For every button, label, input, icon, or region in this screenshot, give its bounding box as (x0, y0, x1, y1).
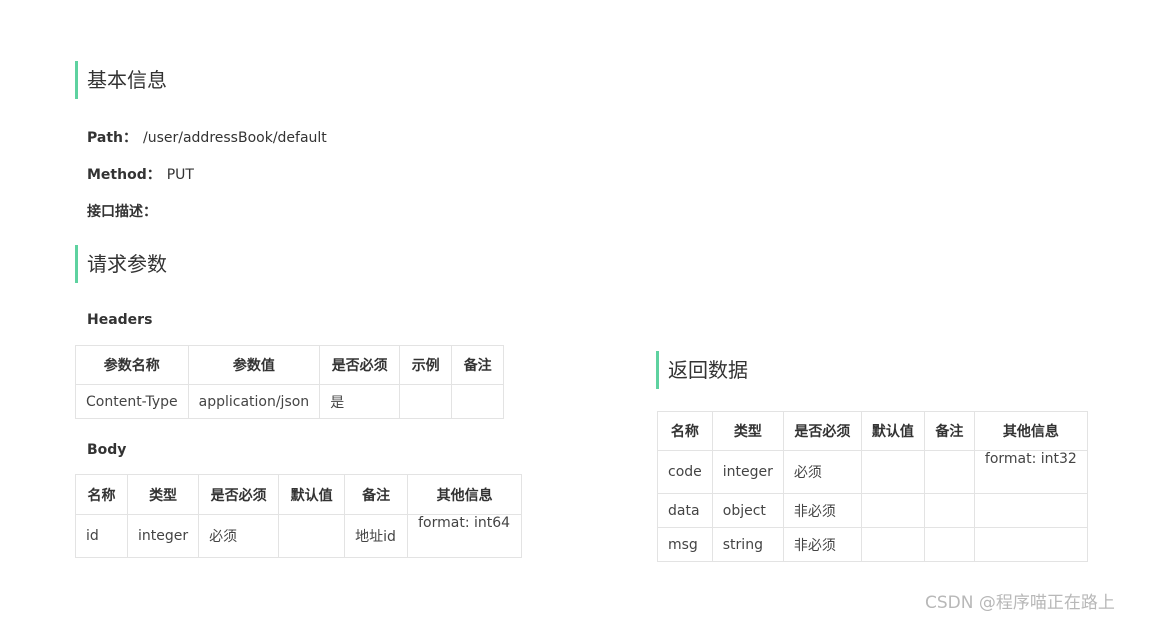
response-cell-required: 非必须 (782, 527, 862, 562)
response-cell-default (860, 527, 925, 562)
headers-col-example: 示例 (399, 345, 453, 385)
response-cell-required: 必须 (782, 450, 862, 494)
response-cell-other: format: int32 (973, 450, 1088, 494)
path-value: /user/addressBook/default (143, 130, 327, 146)
path-label: Path： (87, 130, 137, 146)
response-cell-other (973, 527, 1088, 562)
response-col-default: 默认值 (860, 411, 925, 451)
csdn-watermark: CSDN @程序喵正在路上 (925, 593, 1115, 613)
table-row: Content-Type application/json 是 (75, 384, 505, 419)
headers-cell-example (399, 384, 453, 419)
headers-col-remark: 备注 (451, 345, 505, 385)
response-data-heading: 返回数据 (656, 351, 748, 389)
body-cell-default (278, 514, 346, 558)
method-label: Method： (87, 167, 161, 183)
method-row: Method： PUT (87, 164, 194, 184)
request-params-heading: 请求参数 (75, 245, 167, 283)
response-cell-type: string (711, 527, 784, 562)
response-cell-required: 非必须 (782, 493, 862, 528)
headers-cell-name: Content-Type (75, 384, 189, 419)
body-col-name: 名称 (75, 474, 128, 515)
headers-cell-value: application/json (187, 384, 321, 419)
response-cell-remark (923, 493, 975, 528)
body-title: Body (87, 442, 127, 458)
body-col-remark: 备注 (344, 474, 409, 515)
response-cell-name: data (657, 493, 713, 528)
body-table-header-row: 名称 类型 是否必须 默认值 备注 其他信息 (75, 474, 523, 515)
table-row: data object 非必须 (657, 493, 1088, 528)
body-col-default: 默认值 (278, 474, 346, 515)
response-table-header-row: 名称 类型 是否必须 默认值 备注 其他信息 (657, 411, 1088, 451)
response-cell-name: code (657, 450, 713, 494)
response-cell-remark (923, 527, 975, 562)
body-cell-required: 必须 (198, 514, 280, 558)
body-cell-remark: 地址id (344, 514, 409, 558)
headers-col-value: 参数值 (187, 345, 321, 385)
body-cell-type: integer (126, 514, 200, 558)
response-cell-other (973, 493, 1088, 528)
response-cell-name: msg (657, 527, 713, 562)
body-cell-other: format: int64 (407, 514, 523, 558)
headers-table: 参数名称 参数值 是否必须 示例 备注 Content-Type applica… (75, 345, 505, 419)
headers-cell-required: 是 (319, 384, 401, 419)
headers-cell-remark (451, 384, 505, 419)
response-cell-remark (923, 450, 975, 494)
table-row: code integer 必须 format: int32 (657, 450, 1088, 494)
response-cell-default (860, 450, 925, 494)
response-col-remark: 备注 (923, 411, 975, 451)
headers-table-header-row: 参数名称 参数值 是否必须 示例 备注 (75, 345, 505, 385)
response-col-type: 类型 (711, 411, 784, 451)
table-row: id integer 必须 地址id format: int64 (75, 514, 523, 558)
body-table: 名称 类型 是否必须 默认值 备注 其他信息 id integer 必须 地址i… (75, 474, 523, 558)
headers-col-required: 是否必须 (319, 345, 401, 385)
response-col-other: 其他信息 (973, 411, 1088, 451)
table-row: msg string 非必须 (657, 527, 1088, 562)
response-cell-type: object (711, 493, 784, 528)
basic-info-heading: 基本信息 (75, 61, 167, 99)
response-cell-default (860, 493, 925, 528)
body-col-type: 类型 (126, 474, 200, 515)
body-col-required: 是否必须 (198, 474, 280, 515)
headers-title: Headers (87, 312, 153, 328)
body-col-other: 其他信息 (407, 474, 523, 515)
headers-col-name: 参数名称 (75, 345, 189, 385)
response-col-required: 是否必须 (782, 411, 862, 451)
description-label: 接口描述： (87, 204, 157, 220)
method-value: PUT (166, 167, 194, 183)
description-row: 接口描述： (87, 201, 163, 221)
response-table: 名称 类型 是否必须 默认值 备注 其他信息 code integer 必须 f… (657, 411, 1088, 562)
response-cell-type: integer (711, 450, 784, 494)
body-cell-name: id (75, 514, 128, 558)
path-row: Path： /user/addressBook/default (87, 127, 327, 147)
response-col-name: 名称 (657, 411, 713, 451)
